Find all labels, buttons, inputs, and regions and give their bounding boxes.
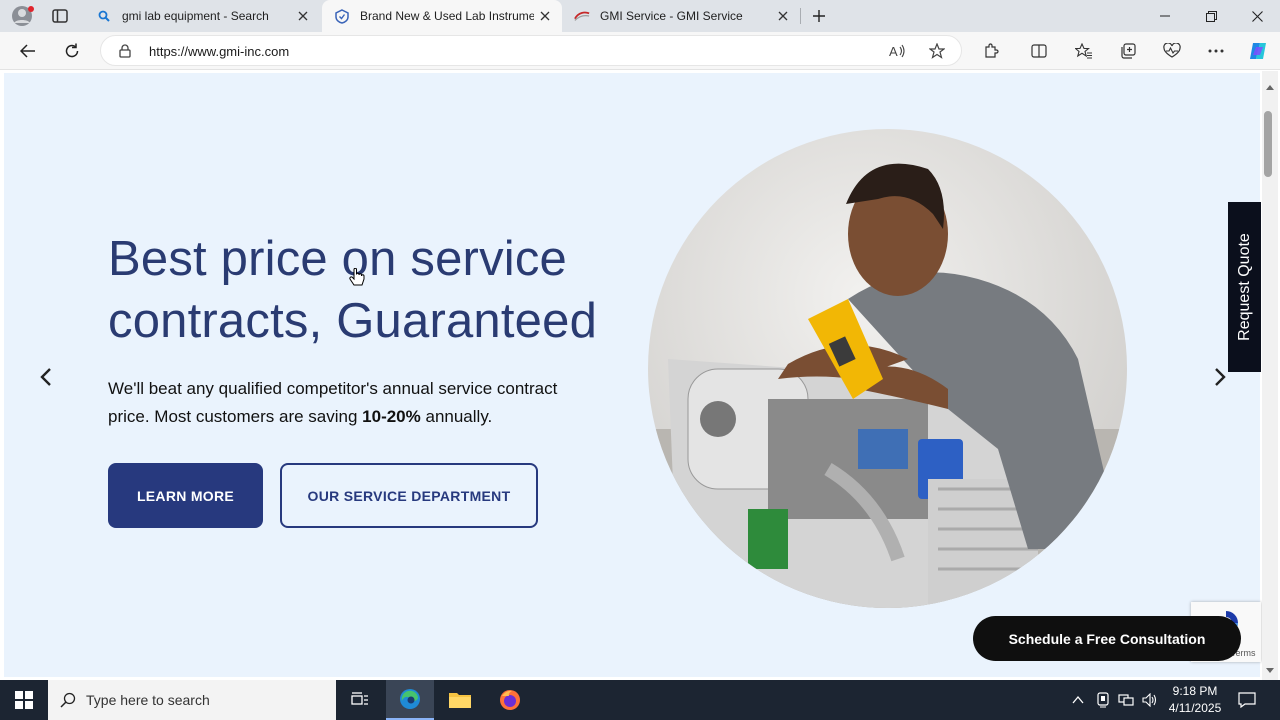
lock-icon[interactable] <box>119 44 131 63</box>
restore-icon[interactable] <box>1188 0 1234 32</box>
address-bar[interactable]: https://www.gmi-inc.com A <box>100 35 962 66</box>
hero-banner: Best price on service contracts, Guarant… <box>4 73 1261 677</box>
request-quote-label: Request Quote <box>1235 233 1253 341</box>
collections-icon[interactable] <box>1112 35 1144 67</box>
savings-percent: 10-20% <box>362 407 421 426</box>
tab-label: gmi lab equipment - Search <box>122 9 269 23</box>
hero-headline: Best price on service contracts, Guarant… <box>108 228 628 352</box>
more-options-icon[interactable] <box>1200 35 1232 67</box>
schedule-consultation-button[interactable]: Schedule a Free Consultation <box>973 616 1241 661</box>
clock-date: 4/11/2025 <box>1168 701 1222 715</box>
headline-line: contracts, Guaranteed <box>108 294 598 348</box>
split-screen-icon[interactable] <box>1023 35 1055 67</box>
headline-line: Best price on service <box>108 232 568 286</box>
tab-separator <box>800 8 801 24</box>
svg-text:A: A <box>889 44 898 59</box>
close-tab-icon[interactable] <box>534 5 556 27</box>
copilot-icon[interactable] <box>1242 35 1274 67</box>
close-tab-icon[interactable] <box>292 5 314 27</box>
system-clock[interactable]: 9:18 PM 4/11/2025 <box>1162 683 1228 717</box>
search-icon <box>60 692 76 708</box>
refresh-icon[interactable] <box>56 35 88 67</box>
read-aloud-icon[interactable]: A <box>889 43 907 64</box>
tab-gmi-service[interactable]: GMI Service - GMI Service <box>562 0 800 32</box>
subtext-part: annually. <box>420 407 493 426</box>
request-quote-tab[interactable]: Request Quote <box>1228 202 1261 372</box>
tab-label: GMI Service - GMI Service <box>600 9 743 23</box>
extensions-icon[interactable] <box>975 35 1007 67</box>
edge-taskbar-icon[interactable] <box>386 680 434 720</box>
hand-cursor-icon <box>348 267 366 293</box>
taskbar-search-box[interactable]: Type here to search <box>48 680 336 720</box>
task-view-icon[interactable] <box>344 684 376 716</box>
url-text[interactable]: https://www.gmi-inc.com <box>149 44 289 59</box>
device-icon[interactable] <box>1093 690 1113 710</box>
clock-time: 9:18 PM <box>1172 684 1218 698</box>
taskbar-search-placeholder: Type here to search <box>86 692 210 708</box>
firefox-icon[interactable] <box>486 680 534 720</box>
close-tab-icon[interactable] <box>772 5 794 27</box>
scrollbar-thumb[interactable] <box>1264 111 1272 177</box>
technician-photo <box>648 129 1127 608</box>
back-icon[interactable] <box>12 35 44 67</box>
profile-avatar[interactable] <box>8 4 36 28</box>
scroll-up-icon[interactable] <box>1266 77 1274 95</box>
tab-search[interactable]: gmi lab equipment - Search <box>84 0 320 32</box>
file-explorer-icon[interactable] <box>436 680 484 720</box>
hero-subtext: We'll beat any qualified competitor's an… <box>108 375 588 431</box>
gmi-logo-icon <box>574 8 590 24</box>
tab-label: Brand New & Used Lab Instrume <box>360 9 534 23</box>
browser-toolbar: https://www.gmi-inc.com A <box>0 32 1280 70</box>
network-icon[interactable] <box>1116 690 1136 710</box>
windows-start-icon[interactable] <box>0 680 48 720</box>
carousel-prev-icon[interactable] <box>32 363 60 391</box>
minimize-icon[interactable] <box>1142 0 1188 32</box>
shield-icon <box>334 8 350 24</box>
volume-icon[interactable] <box>1140 690 1160 710</box>
close-window-icon[interactable] <box>1234 0 1280 32</box>
favorites-icon[interactable] <box>1068 35 1100 67</box>
new-tab-icon[interactable] <box>806 4 832 28</box>
windows-taskbar: Type here to search 9:18 PM 4/11/2025 <box>0 680 1280 720</box>
favorite-star-icon[interactable] <box>928 42 946 64</box>
learn-more-button[interactable]: LEARN MORE <box>108 463 263 528</box>
tab-gmi-home[interactable]: Brand New & Used Lab Instrume <box>322 0 562 32</box>
scroll-down-icon[interactable] <box>1266 661 1274 679</box>
performance-icon[interactable] <box>1156 35 1188 67</box>
tab-strip: gmi lab equipment - Search Brand New & U… <box>0 0 1280 32</box>
chevron-up-icon[interactable] <box>1068 690 1088 710</box>
tab-actions-icon[interactable] <box>46 6 74 26</box>
search-icon <box>96 8 112 24</box>
webpage-viewport: Best price on service contracts, Guarant… <box>0 71 1280 680</box>
service-department-button[interactable]: OUR SERVICE DEPARTMENT <box>280 463 538 528</box>
notifications-icon[interactable] <box>1234 688 1260 712</box>
